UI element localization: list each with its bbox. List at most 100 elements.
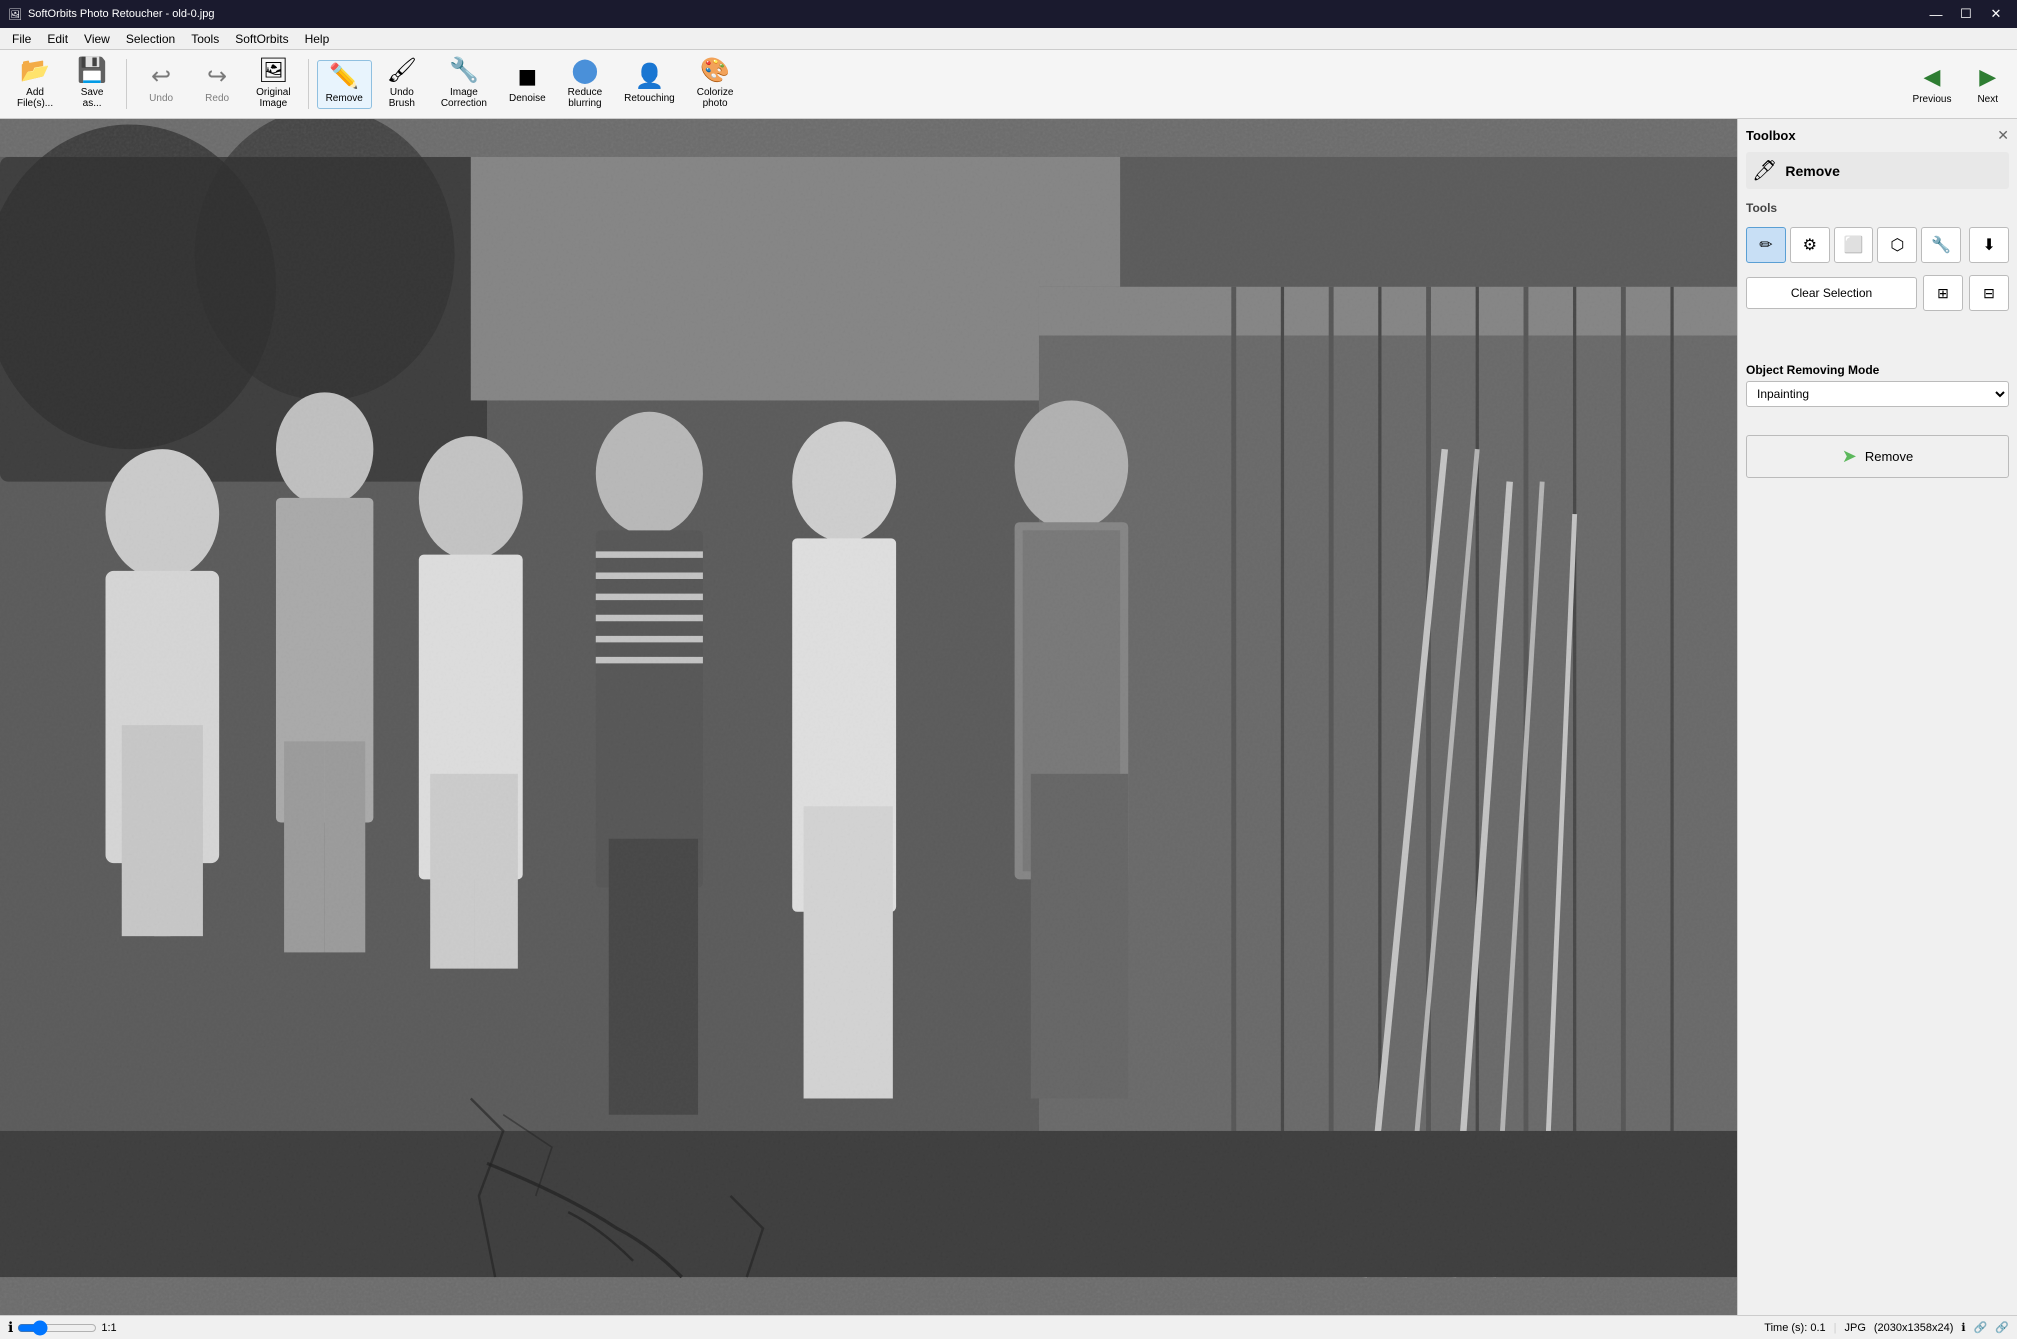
- colorize-photo-label: Colorize photo: [697, 87, 734, 109]
- image-correction-label: Image Correction: [441, 87, 487, 109]
- app-icon: 🖼: [8, 8, 22, 21]
- remove-button[interactable]: ✏️ Remove: [317, 60, 372, 109]
- close-button[interactable]: ✕: [1983, 4, 2009, 24]
- menu-tools[interactable]: Tools: [183, 30, 227, 48]
- rect-select-tool-button[interactable]: ⬜: [1834, 227, 1874, 263]
- undo-brush-button[interactable]: 🖌 Undo Brush: [376, 54, 428, 114]
- redo-icon: ↪: [207, 65, 227, 89]
- tools-section: Tools ✏ ⚙ ⬜ ⬡ 🔧 ⬇: [1746, 201, 2009, 263]
- link-icon-1[interactable]: ℹ: [1961, 1321, 1965, 1334]
- save-as-icon: 💾: [77, 59, 107, 83]
- undo-brush-label: Undo Brush: [389, 87, 415, 109]
- toolbox-panel: Toolbox ✕ 🖊 Remove Tools ✏ ⚙ ⬜ ⬡ 🔧 ⬇ Cle…: [1737, 119, 2017, 1315]
- link-icon-3[interactable]: 🔗: [1995, 1321, 2009, 1334]
- stamp-tool-button[interactable]: ⬇: [1969, 227, 2009, 263]
- undo-button[interactable]: ↩ Undo: [135, 60, 187, 109]
- minimize-button[interactable]: —: [1923, 4, 1949, 24]
- zoom-slider[interactable]: [17, 1320, 97, 1336]
- previous-button[interactable]: ◀ Previous: [1902, 59, 1963, 110]
- redo-label: Redo: [205, 93, 229, 104]
- toolbox-spacer: [1746, 323, 2009, 363]
- remove-arrow-icon: ➤: [1842, 446, 1857, 467]
- original-image-icon: 🖼: [258, 59, 288, 83]
- menu-file[interactable]: File: [4, 30, 39, 48]
- dimensions-label: (2030x1358x24): [1874, 1322, 1954, 1334]
- colorize-photo-button[interactable]: 🎨 Colorize photo: [688, 54, 743, 114]
- denoise-icon: ◼: [517, 65, 537, 89]
- reduce-blurring-label: Reduce blurring: [568, 87, 602, 109]
- status-bar-left: ℹ 1:1: [8, 1319, 117, 1336]
- undo-icon: ↩: [151, 65, 171, 89]
- main-area: Toolbox ✕ 🖊 Remove Tools ✏ ⚙ ⬜ ⬡ 🔧 ⬇ Cle…: [0, 119, 2017, 1315]
- toolbar-separator-1: [126, 59, 127, 109]
- tools-row-1: ✏ ⚙ ⬜ ⬡ 🔧 ⬇: [1746, 227, 2009, 263]
- remove-section-label: Remove: [1785, 163, 1839, 179]
- retouching-label: Retouching: [624, 93, 675, 104]
- status-bar: ℹ 1:1 Time (s): 0.1 | JPG (2030x1358x24)…: [0, 1315, 2017, 1339]
- toolbox-close-button[interactable]: ✕: [1997, 127, 2009, 144]
- info-icon[interactable]: ℹ: [8, 1319, 13, 1336]
- photo-canvas: [0, 119, 1737, 1315]
- selection-controls: Clear Selection ⊞ ⊟: [1746, 275, 2009, 311]
- reduce-blurring-icon: ⬤: [571, 59, 598, 83]
- image-correction-icon: 🔧: [449, 59, 479, 83]
- resize-shrink-button[interactable]: ⊟: [1969, 275, 2009, 311]
- remove-section-icon: 🖊: [1752, 158, 1777, 183]
- original-image-label: Original Image: [256, 87, 290, 109]
- previous-icon: ◀: [1924, 64, 1941, 90]
- toolbar: 📂 Add File(s)... 💾 Save as... ↩ Undo ↪ R…: [0, 50, 2017, 119]
- image-correction-button[interactable]: 🔧 Image Correction: [432, 54, 496, 114]
- maximize-button[interactable]: ☐: [1953, 4, 1979, 24]
- menu-edit[interactable]: Edit: [39, 30, 76, 48]
- clear-selection-button[interactable]: Clear Selection: [1746, 277, 1917, 309]
- original-image-button[interactable]: 🖼 Original Image: [247, 54, 299, 114]
- status-bar-right: Time (s): 0.1 | JPG (2030x1358x24) ℹ 🔗 🔗: [1764, 1321, 2009, 1334]
- removing-mode-select[interactable]: Inpainting Content-Aware Fill Solid Colo…: [1746, 381, 2009, 407]
- save-as-label: Save as...: [81, 87, 104, 109]
- undo-brush-icon: 🖌: [387, 59, 417, 83]
- format-label: JPG: [1844, 1322, 1865, 1334]
- previous-label: Previous: [1913, 94, 1952, 105]
- lasso-tool-button[interactable]: ⬡: [1877, 227, 1917, 263]
- resize-expand-button[interactable]: ⊞: [1923, 275, 1963, 311]
- menu-bar: File Edit View Selection Tools SoftOrbit…: [0, 28, 2017, 50]
- toolbox-title: Toolbox: [1746, 128, 1796, 143]
- magic-wand-tool-button[interactable]: 🔧: [1921, 227, 1961, 263]
- link-icon-2[interactable]: 🔗: [1974, 1321, 1988, 1334]
- time-label: Time (s): 0.1: [1764, 1322, 1825, 1334]
- denoise-button[interactable]: ◼ Denoise: [500, 60, 555, 109]
- remove-section: 🖊 Remove: [1746, 152, 2009, 189]
- add-files-icon: 📂: [20, 59, 50, 83]
- retouching-button[interactable]: 👤 Retouching: [615, 60, 684, 109]
- next-button[interactable]: ▶ Next: [1966, 59, 2009, 110]
- save-as-button[interactable]: 💾 Save as...: [66, 54, 118, 114]
- reduce-blurring-button[interactable]: ⬤ Reduce blurring: [559, 54, 611, 114]
- pencil-tool-button[interactable]: ✏: [1746, 227, 1786, 263]
- removing-mode-section: Object Removing Mode Inpainting Content-…: [1746, 363, 2009, 407]
- remove-label: Remove: [326, 93, 363, 104]
- image-area[interactable]: [0, 119, 1737, 1315]
- remove-icon: ✏️: [329, 65, 359, 89]
- undo-label: Undo: [149, 93, 173, 104]
- toolbar-separator-2: [308, 59, 309, 109]
- removing-mode-label: Object Removing Mode: [1746, 363, 2009, 377]
- magic-tool-button[interactable]: ⚙: [1790, 227, 1830, 263]
- menu-softorbits[interactable]: SoftOrbits: [227, 30, 296, 48]
- menu-selection[interactable]: Selection: [118, 30, 183, 48]
- tools-section-title: Tools: [1746, 201, 2009, 215]
- remove-action-label: Remove: [1865, 449, 1913, 464]
- next-label: Next: [1977, 94, 1998, 105]
- title-bar: 🖼 SoftOrbits Photo Retoucher - old-0.jpg…: [0, 0, 2017, 28]
- redo-button[interactable]: ↪ Redo: [191, 60, 243, 109]
- add-files-button[interactable]: 📂 Add File(s)...: [8, 54, 62, 114]
- colorize-photo-icon: 🎨: [700, 59, 730, 83]
- menu-view[interactable]: View: [76, 30, 118, 48]
- toolbox-header: Toolbox ✕: [1746, 127, 2009, 144]
- denoise-label: Denoise: [509, 93, 546, 104]
- title-bar-controls: — ☐ ✕: [1923, 4, 2009, 24]
- remove-action-button[interactable]: ➤ Remove: [1746, 435, 2009, 478]
- retouching-icon: 👤: [634, 65, 664, 89]
- add-files-label: Add File(s)...: [17, 87, 53, 109]
- title-bar-left: 🖼 SoftOrbits Photo Retoucher - old-0.jpg: [8, 8, 214, 21]
- menu-help[interactable]: Help: [297, 30, 338, 48]
